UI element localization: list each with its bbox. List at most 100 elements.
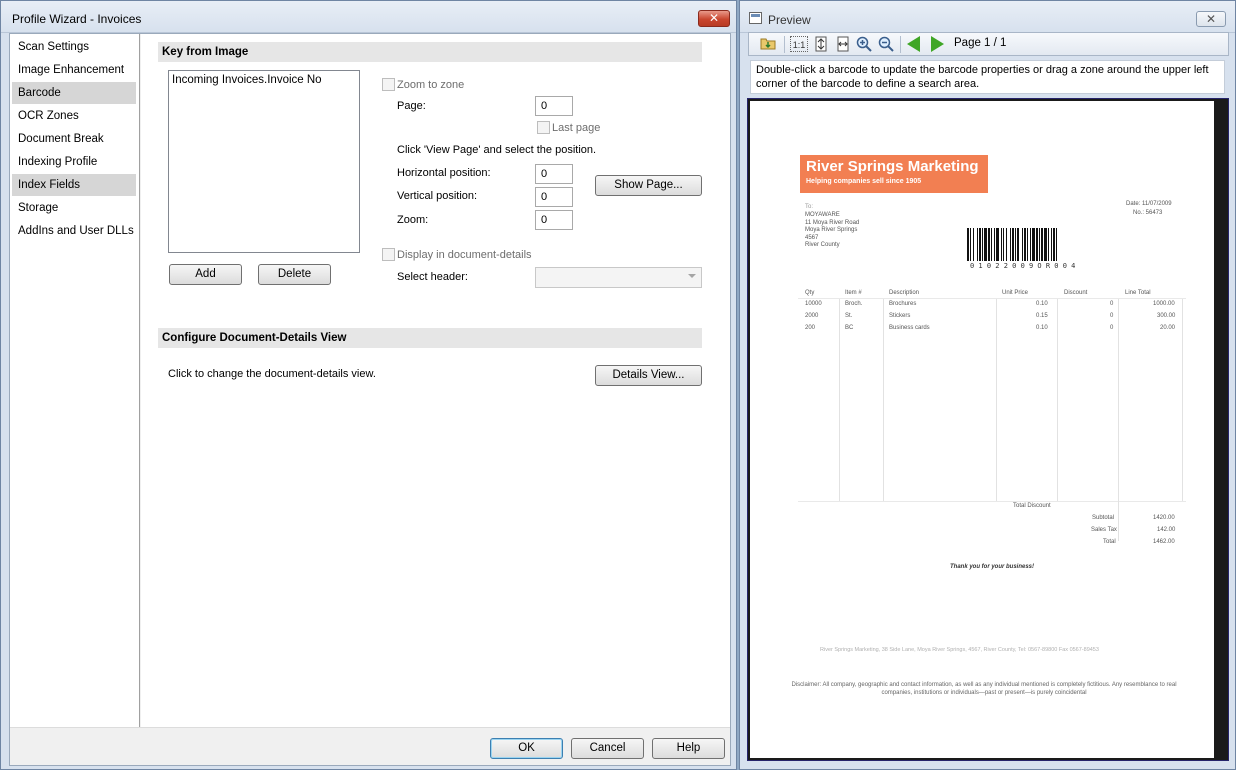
logo-title: River Springs Marketing (806, 158, 979, 175)
horizontal-position-input[interactable]: 0 (535, 164, 573, 184)
barcode-bar (1048, 228, 1049, 261)
sales-tax-label: Sales Tax (1091, 527, 1117, 533)
actual-size-icon[interactable]: 1:1 (790, 36, 808, 52)
preview-toolbar: 1:1 Page 1 / 1 (748, 32, 1229, 56)
fit-width-icon[interactable] (835, 36, 851, 52)
display-details-label: Display in document-details (397, 249, 532, 261)
nav-item-image-enhancement[interactable]: Image Enhancement (12, 59, 136, 81)
barcode-bar (1051, 228, 1052, 261)
table-cell: 0.10 (1036, 301, 1048, 307)
nav-item-document-break[interactable]: Document Break (12, 128, 136, 150)
list-item[interactable]: Incoming Invoices.Invoice No (172, 74, 322, 86)
zoom-out-icon[interactable] (877, 36, 894, 52)
fit-page-icon[interactable] (813, 36, 829, 52)
nav-item-storage[interactable]: Storage (12, 197, 136, 219)
help-button[interactable]: Help (652, 738, 725, 759)
close-icon: ✕ (1205, 12, 1217, 26)
page-input[interactable]: 0 (535, 96, 573, 116)
table-cell: 0.15 (1036, 313, 1048, 319)
barcode-bar (1027, 228, 1028, 261)
hint-text: Double-click a barcode to update the bar… (756, 64, 1209, 90)
delete-button[interactable]: Delete (258, 264, 331, 285)
total-discount-label: Total Discount (1013, 503, 1051, 509)
nav-item-indexing-profile[interactable]: Indexing Profile (12, 151, 136, 173)
recipient-line: MOYAWARE (805, 212, 840, 218)
select-header-dropdown[interactable] (535, 267, 702, 288)
table-rule (839, 299, 840, 501)
zoom-to-zone-checkbox[interactable] (382, 78, 395, 91)
barcode-bar (1010, 228, 1011, 261)
barcode-bar (1003, 228, 1004, 261)
sales-tax-value: 142.00 (1157, 527, 1176, 533)
col-header-unit-price: Unit Price (1002, 290, 1029, 296)
details-view-button[interactable]: Details View... (595, 365, 702, 386)
table-rule (1182, 299, 1183, 501)
col-header-description: Description (889, 290, 920, 296)
document-page[interactable]: River Springs Marketing Helping companie… (750, 101, 1214, 758)
cancel-button[interactable]: Cancel (571, 738, 644, 759)
show-page-button[interactable]: Show Page... (595, 175, 702, 196)
barcode-text: 0 1 0 2 2 0 0 9 O R 0 0 4 (970, 262, 1076, 270)
key-from-image-heading: Key from Image (158, 42, 702, 62)
content-panel: Key from Image Incoming Invoices.Invoice… (141, 34, 730, 727)
subtotal-label: Subtotal (1092, 515, 1115, 521)
table-rule (798, 501, 1186, 502)
window-icon (749, 12, 762, 24)
barcode-bar (1001, 228, 1002, 261)
nav-item-ocr-zones[interactable]: OCR Zones (12, 105, 136, 127)
details-view-text: Click to change the document-details vie… (168, 368, 376, 380)
ok-button[interactable]: OK (490, 738, 563, 759)
nav-item-barcode[interactable]: Barcode (12, 82, 136, 104)
barcode-bar (994, 228, 995, 261)
recipient-line: River County (805, 242, 840, 249)
vertical-position-input[interactable]: 0 (535, 187, 573, 207)
table-cell: Broch. (845, 301, 863, 307)
table-cell: 2000 (805, 313, 819, 319)
col-header-qty: Qty (805, 290, 815, 296)
previous-page-icon[interactable] (907, 36, 920, 52)
barcode-bar (1041, 228, 1043, 261)
table-cell: 200 (805, 325, 816, 331)
nav-item-addins-and-user-dlls[interactable]: AddIns and User DLLs (12, 220, 136, 242)
wizard-close-button[interactable]: ✕ (698, 10, 730, 27)
barcode-bar (1039, 228, 1040, 261)
nav-item-scan-settings[interactable]: Scan Settings (12, 36, 136, 58)
barcode-bar (973, 228, 974, 261)
barcode-bar (991, 228, 992, 261)
table-cell: 0.10 (1036, 325, 1048, 331)
barcode[interactable] (967, 228, 1147, 261)
barcode-bar (1024, 228, 1026, 261)
table-cell: 300.00 (1157, 313, 1176, 319)
zoom-input[interactable]: 0 (535, 210, 573, 230)
last-page-checkbox[interactable] (537, 121, 550, 134)
total-label: Total (1103, 539, 1116, 545)
table-rule (1118, 299, 1119, 501)
table-rule (883, 299, 884, 501)
table-rule (996, 299, 997, 501)
open-icon[interactable] (759, 36, 777, 52)
wizard-client: Scan Settings Image Enhancement Barcode OCR… (9, 33, 731, 766)
zoom-in-icon[interactable] (855, 36, 872, 52)
table-rule (798, 298, 1186, 299)
barcode-bar (1056, 228, 1057, 261)
next-page-icon[interactable] (931, 36, 944, 52)
footer-bar: OK Cancel Help (10, 727, 730, 765)
barcode-bar (982, 228, 983, 261)
recipient-address: MOYAWARE 11 Moya River Road Moya River Spr… (805, 212, 859, 250)
barcode-bar (967, 228, 969, 261)
key-list[interactable]: Incoming Invoices.Invoice No (168, 70, 360, 253)
details-view-heading: Configure Document-Details View (158, 328, 702, 348)
barcode-bar (1036, 228, 1038, 261)
table-rule (1118, 501, 1119, 541)
recipient-line: Moya River Springs (805, 227, 858, 234)
nav-item-index-fields[interactable]: Index Fields (12, 174, 136, 196)
preview-viewport[interactable]: River Springs Marketing Helping companie… (747, 98, 1229, 761)
vertical-position-label: Vertical position: (397, 190, 478, 202)
barcode-bar (1032, 228, 1035, 261)
add-button[interactable]: Add (169, 264, 242, 285)
thank-you-note: Thank you for your business! (950, 564, 1035, 570)
preview-titlebar: Preview ✕ (740, 1, 1235, 33)
display-details-checkbox[interactable] (382, 248, 395, 261)
preview-close-button[interactable]: ✕ (1196, 11, 1226, 27)
barcode-bar (988, 228, 990, 261)
